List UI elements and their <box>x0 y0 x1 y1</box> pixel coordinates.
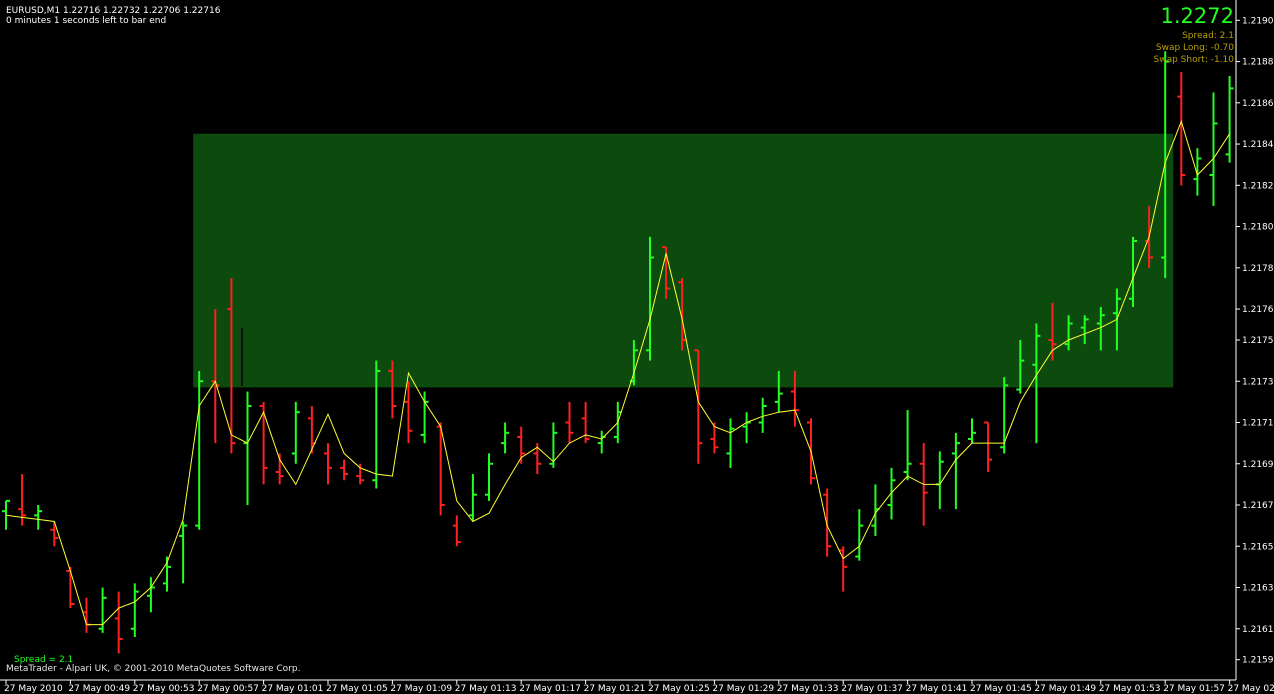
copyright-text: MetaTrader - Alpari UK, © 2001-2010 Meta… <box>6 664 301 674</box>
time-tick-label: 27 May 01:05 <box>326 684 388 694</box>
price-tick-label: 1.21710 <box>1242 419 1274 429</box>
price-tick-label: 1.21805 <box>1242 223 1274 233</box>
time-tick-label: 27 May 01:37 <box>841 684 903 694</box>
price-tick-label: 1.21885 <box>1242 58 1274 68</box>
time-tick-label: 27 May 01:25 <box>648 684 710 694</box>
price-tick-label: 1.21905 <box>1242 16 1274 26</box>
price-tick-label: 1.21845 <box>1242 140 1274 150</box>
time-tick-label: 27 May 01:53 <box>1099 684 1161 694</box>
price-zone-rectangle[interactable] <box>193 133 1174 388</box>
price-tick-label: 1.21670 <box>1242 501 1274 511</box>
price-tick-label: 1.21750 <box>1242 336 1274 346</box>
price-tick-label: 1.21730 <box>1242 377 1274 387</box>
price-tick-label: 1.21595 <box>1242 656 1274 666</box>
price-tick-label: 1.21650 <box>1242 542 1274 552</box>
swap-short-info: Swap Short: -1.10 <box>1153 55 1235 65</box>
time-tick-label: 27 May 01:01 <box>262 684 324 694</box>
time-tick-label: 27 May 02:01 <box>1228 684 1274 694</box>
time-tick-label: 27 May 00:53 <box>133 684 195 694</box>
time-tick-label: 27 May 2010 <box>4 684 63 694</box>
price-tick-label: 1.21765 <box>1242 305 1274 315</box>
spread-info: Spread: 2.1 <box>1182 31 1234 41</box>
price-tick-label: 1.21785 <box>1242 264 1274 274</box>
bid-price: 1.2272 <box>1160 4 1234 28</box>
time-tick-label: 27 May 00:49 <box>68 684 130 694</box>
price-tick-label: 1.21865 <box>1242 99 1274 109</box>
price-tick-label: 1.21630 <box>1242 584 1274 594</box>
price-tick-label: 1.21825 <box>1242 181 1274 191</box>
time-tick-label: 27 May 01:13 <box>455 684 517 694</box>
time-tick-label: 27 May 01:33 <box>777 684 839 694</box>
bar-timer-line: 0 minutes 1 seconds left to bar end <box>6 16 167 26</box>
price-chart[interactable]: 1.21905 1.21885 1.21865 1.21845 1.21825 1.218… <box>0 0 1274 694</box>
time-tick-label: 27 May 01:45 <box>970 684 1032 694</box>
price-tick-label: 1.21690 <box>1242 460 1274 470</box>
time-tick-label: 27 May 01:57 <box>1163 684 1225 694</box>
time-tick-label: 27 May 01:41 <box>906 684 968 694</box>
time-tick-label: 27 May 01:17 <box>519 684 581 694</box>
time-tick-label: 27 May 00:57 <box>197 684 259 694</box>
swap-long-info: Swap Long: -0.70 <box>1155 43 1234 53</box>
time-tick-label: 27 May 01:29 <box>712 684 774 694</box>
time-tick-label: 27 May 01:49 <box>1034 684 1096 694</box>
time-tick-label: 27 May 01:09 <box>390 684 452 694</box>
time-tick-label: 27 May 01:21 <box>584 684 646 694</box>
price-tick-label: 1.21610 <box>1242 625 1274 635</box>
